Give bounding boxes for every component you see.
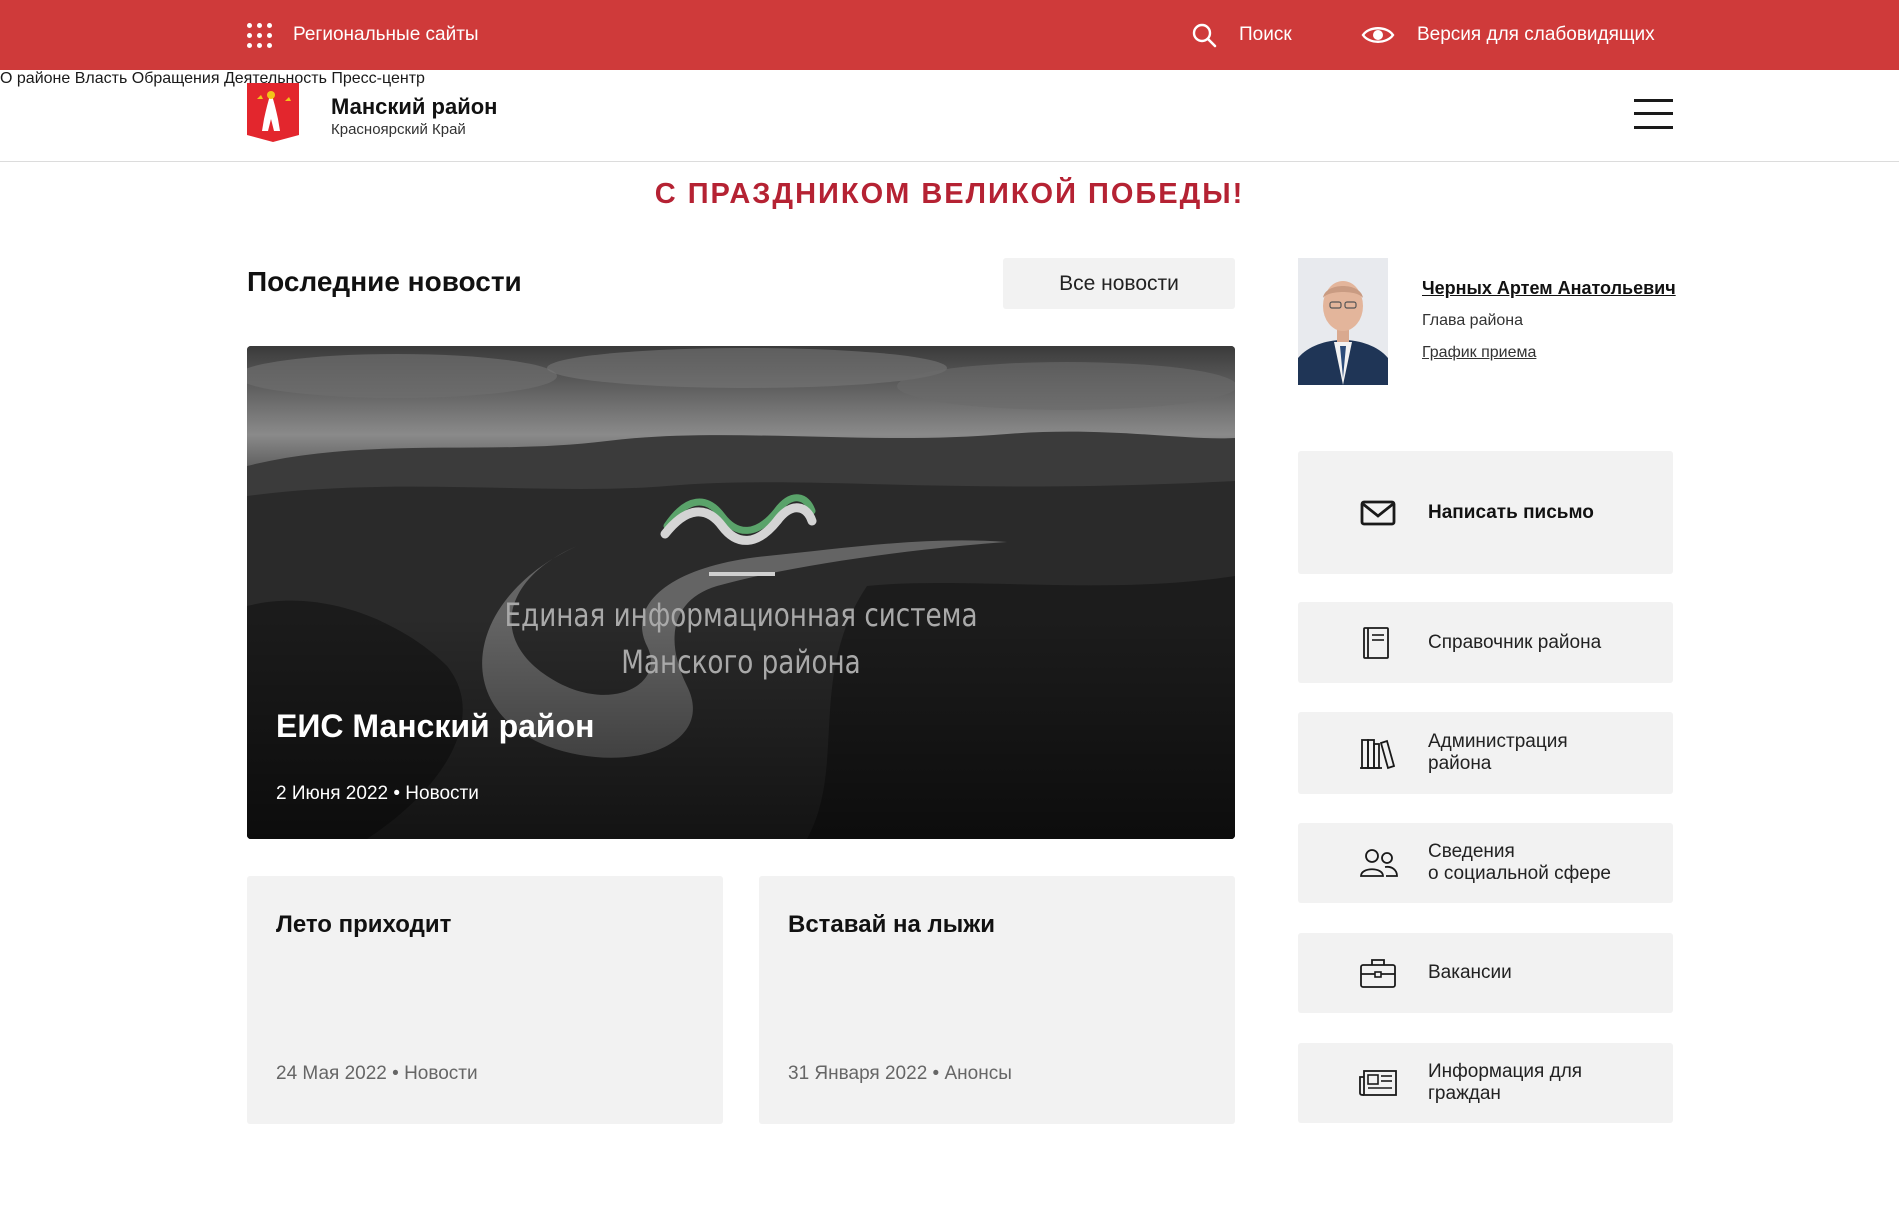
book-icon — [1363, 626, 1389, 659]
regional-sites-label: Региональные сайты — [293, 24, 479, 45]
social-sphere-button[interactable]: Сведения о социальной сфере — [1298, 823, 1673, 903]
site-title[interactable]: Манский район — [331, 94, 497, 120]
news-card-title[interactable]: Лето приходит — [276, 911, 451, 939]
head-name-link[interactable]: Черных Артем Анатольевич — [1422, 278, 1676, 299]
all-news-button[interactable]: Все новости — [1003, 258, 1235, 309]
coat-of-arms-logo[interactable] — [247, 83, 299, 142]
hamburger-menu-icon[interactable] — [1634, 99, 1673, 130]
regional-sites-link[interactable]: Региональные сайты — [247, 0, 479, 70]
envelope-icon — [1360, 500, 1396, 525]
grid-dots-icon — [247, 22, 272, 48]
featured-news-image — [247, 346, 1235, 839]
holiday-banner: С ПРАЗДНИКОМ ВЕЛИКОЙ ПОБЕДЫ! — [654, 178, 1245, 210]
news-card[interactable]: Вставай на лыжи 31 Января 2022 • Анонсы — [759, 876, 1235, 1124]
featured-news-meta: 2 Июня 2022 • Новости — [276, 783, 479, 804]
news-card[interactable]: Лето приходит 24 Мая 2022 • Новости — [247, 876, 723, 1124]
featured-news-card[interactable]: Единая информационная система Манского р… — [247, 346, 1235, 839]
nav-item-press[interactable]: Пресс-центр — [331, 70, 425, 87]
reception-schedule-link[interactable]: График приема — [1422, 344, 1536, 362]
side-link-label: Информация для граждан — [1428, 1061, 1583, 1104]
district-directory-button[interactable]: Справочник района — [1298, 602, 1673, 683]
head-role: Глава района — [1422, 312, 1524, 329]
eye-icon — [1361, 27, 1395, 43]
users-icon — [1360, 849, 1398, 877]
side-link-label: Вакансии — [1428, 962, 1512, 983]
featured-image-caption-line1: Единая информационная система — [504, 596, 978, 634]
vacancies-button[interactable]: Вакансии — [1298, 933, 1673, 1013]
write-letter-button[interactable]: Написать письмо — [1298, 451, 1673, 574]
top-bar: Региональные сайты Поиск Версия для слаб… — [0, 0, 1899, 70]
search-link[interactable]: Поиск — [1191, 0, 1292, 70]
administration-button[interactable]: Администрация района — [1298, 712, 1673, 794]
news-card-meta: 24 Мая 2022 • Новости — [276, 1063, 478, 1084]
nav-item-authority[interactable]: Власть — [75, 70, 128, 87]
low-vision-label: Версия для слабовидящих — [1417, 24, 1655, 45]
briefcase-icon — [1360, 959, 1396, 988]
side-link-label: Сведения о социальной сфере — [1428, 841, 1611, 884]
search-icon — [1192, 23, 1217, 48]
news-card-meta: 31 Января 2022 • Анонсы — [788, 1063, 1012, 1084]
featured-image-caption-line2: Манского района — [621, 643, 861, 681]
citizen-info-button[interactable]: Информация для граждан — [1298, 1043, 1673, 1123]
side-link-label: Написать письмо — [1428, 501, 1594, 523]
site-subtitle: Красноярский Край — [331, 121, 466, 138]
head-portrait-photo — [1298, 258, 1388, 385]
low-vision-link[interactable]: Версия для слабовидящих — [1361, 0, 1655, 70]
search-label: Поиск — [1239, 24, 1292, 45]
side-link-label: Справочник района — [1428, 631, 1602, 653]
side-link-label: Администрация района — [1428, 731, 1568, 774]
featured-news-title[interactable]: ЕИС Манский район — [276, 708, 594, 745]
site-header: Манский район Красноярский Край О районе… — [0, 70, 1899, 162]
nav-item-about[interactable]: О районе — [0, 70, 70, 87]
nav-item-appeals[interactable]: Обращения — [132, 70, 220, 87]
latest-news-heading: Последние новости — [247, 266, 522, 297]
library-icon — [1360, 739, 1396, 770]
newspaper-icon — [1359, 1070, 1397, 1096]
news-card-title[interactable]: Вставай на лыжи — [788, 911, 995, 939]
